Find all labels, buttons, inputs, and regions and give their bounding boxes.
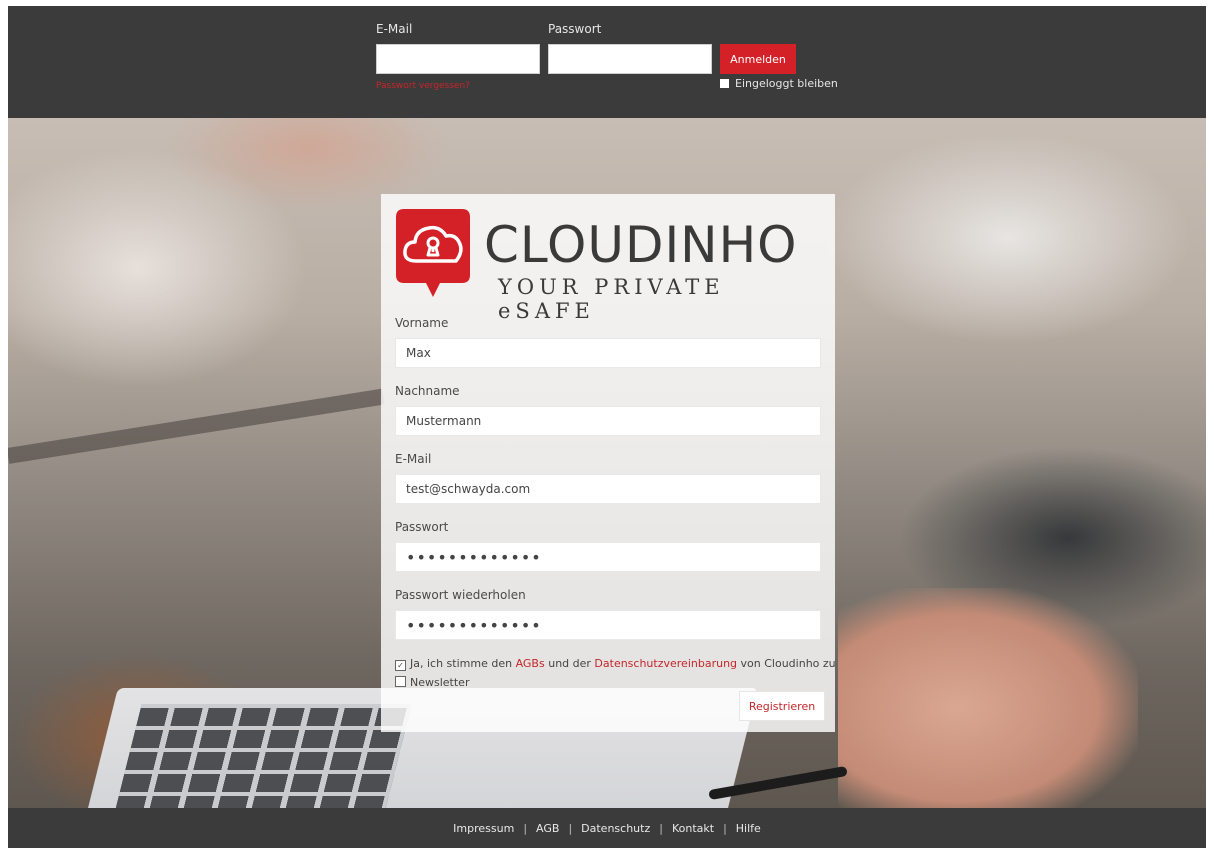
login-password-label: Passwort [548, 22, 602, 36]
footer-separator: | [659, 821, 663, 835]
terms-prefix: Ja, ich stimme den [410, 657, 513, 670]
terms-checkbox[interactable]: ✓ [395, 660, 406, 671]
remember-me-label: Eingeloggt bleiben [735, 77, 838, 90]
footer: Impressum | AGB | Datenschutz | Kontakt … [8, 808, 1206, 848]
agb-link[interactable]: AGBs [516, 657, 545, 670]
brand-logo: CLOUDINHO YOUR PRIVATE eSAFE [396, 209, 816, 323]
firstname-input[interactable] [395, 338, 821, 368]
password-repeat-input[interactable] [395, 610, 821, 640]
page-frame: E-Mail Passwort Anmelden Passwort verges… [8, 6, 1206, 848]
brand-tagline: YOUR PRIVATE eSAFE [498, 275, 725, 323]
forgot-password-link[interactable]: Passwort vergessen? [376, 81, 470, 91]
register-button[interactable]: Registrieren [739, 691, 825, 721]
login-password-input[interactable] [548, 44, 712, 74]
footer-link-agb[interactable]: AGB [536, 822, 559, 835]
footer-link-kontakt[interactable]: Kontakt [672, 822, 714, 835]
terms-suffix: von Cloudinho zu [740, 657, 836, 670]
email-input[interactable] [395, 474, 821, 504]
hero-decoration [8, 388, 385, 464]
privacy-link[interactable]: Datenschutzvereinbarung [594, 657, 737, 670]
hero-decoration [838, 588, 1138, 808]
footer-link-datenschutz[interactable]: Datenschutz [581, 822, 650, 835]
login-email-label: E-Mail [376, 22, 413, 36]
brand-name: CLOUDINHO [484, 216, 798, 274]
password-label: Passwort [395, 520, 449, 534]
newsletter-row: Newsletter [395, 676, 469, 689]
footer-separator: | [723, 821, 727, 835]
login-email-input[interactable] [376, 44, 540, 74]
password-repeat-label: Passwort wiederholen [395, 588, 526, 602]
footer-separator: | [523, 821, 528, 835]
remember-me-box[interactable] [720, 79, 729, 88]
newsletter-label: Newsletter [410, 676, 470, 689]
hero-decoration [114, 704, 412, 808]
registration-card: CLOUDINHO YOUR PRIVATE eSAFE Vorname Nac… [381, 194, 836, 732]
login-bar: E-Mail Passwort Anmelden Passwort verges… [8, 6, 1206, 118]
remember-me-checkbox[interactable]: Eingeloggt bleiben [720, 77, 838, 90]
lastname-input[interactable] [395, 406, 821, 436]
login-button[interactable]: Anmelden [720, 44, 796, 74]
firstname-label: Vorname [395, 316, 449, 330]
footer-link-hilfe[interactable]: Hilfe [736, 822, 761, 835]
newsletter-checkbox[interactable] [395, 676, 406, 687]
email-label: E-Mail [395, 452, 432, 466]
cloud-lock-icon [396, 209, 470, 297]
lastname-label: Nachname [395, 384, 460, 398]
password-input[interactable] [395, 542, 821, 572]
terms-row: ✓ Ja, ich stimme den AGBs und der Datensc… [395, 657, 836, 671]
terms-middle: und der [548, 657, 591, 670]
footer-link-impressum[interactable]: Impressum [453, 822, 514, 835]
footer-separator: | [568, 821, 573, 835]
